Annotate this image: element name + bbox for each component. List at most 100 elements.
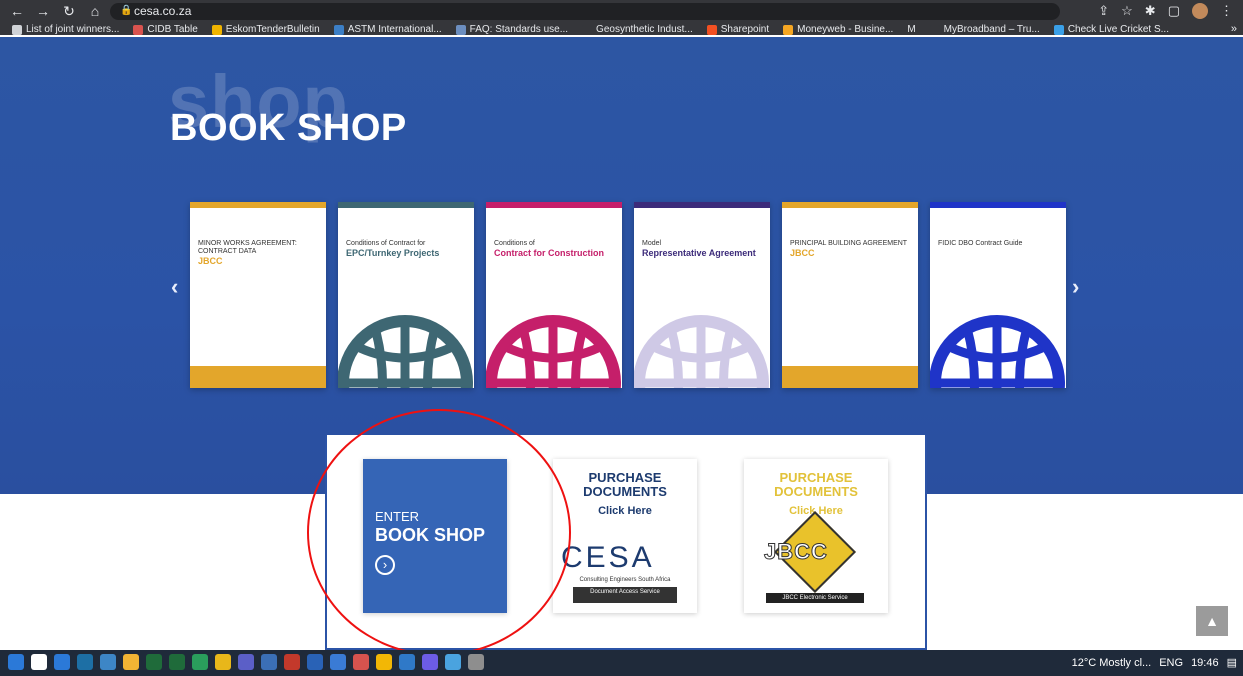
- book-subtitle: Contract for Construction: [494, 248, 604, 259]
- book-accent-bar: [486, 202, 622, 208]
- taskbar-app-icon[interactable]: [399, 654, 415, 670]
- book-title: PRINCIPAL BUILDING AGREEMENT: [790, 240, 908, 247]
- bookmark-label: Moneyweb - Busine...: [797, 24, 894, 35]
- cesa-purchase-title: PURCHASE DOCUMENTS: [583, 470, 667, 499]
- jbcc-service-label: JBCC Electronic Service: [766, 593, 864, 603]
- book-title-block: Conditions of Contract for EPC/Turnkey Pr…: [346, 240, 466, 258]
- bookmark-favicon-icon: [706, 24, 717, 35]
- book-cover[interactable]: Conditions of Contract for Construction: [486, 202, 622, 388]
- window-icon[interactable]: ▢: [1168, 3, 1180, 19]
- bookmark-item[interactable]: MyBroadband – Tru...: [929, 24, 1040, 35]
- bookmark-item-m[interactable]: M: [907, 24, 915, 35]
- lock-icon: 🔒: [120, 5, 133, 16]
- scroll-to-top-button[interactable]: ▲: [1196, 606, 1228, 636]
- book-title-block: Conditions of Contract for Construction: [494, 240, 614, 258]
- bookmark-item[interactable]: FAQ: Standards use...: [455, 24, 569, 35]
- jbcc-purchase-card[interactable]: PURCHASE DOCUMENTS Click Here JBCC JBCC …: [744, 459, 888, 613]
- taskbar-app-icon[interactable]: [215, 654, 231, 670]
- book-accent-bar: [338, 202, 474, 208]
- taskbar-app-icon[interactable]: [422, 654, 438, 670]
- bookmark-item[interactable]: List of joint winners...: [12, 24, 119, 35]
- taskbar-app-icon[interactable]: [284, 654, 300, 670]
- windows-taskbar: 12°C Mostly cl... ENG 19:46 ▤: [0, 650, 1243, 676]
- bookmark-item[interactable]: CIDB Table: [133, 24, 198, 35]
- bookmark-favicon-icon: [783, 24, 794, 35]
- system-tray: 12°C Mostly cl... ENG 19:46 ▤: [1072, 656, 1237, 670]
- taskbar-app-icon[interactable]: [468, 654, 484, 670]
- cesa-subtitle: Consulting Engineers South Africa: [579, 577, 671, 583]
- bookmark-label: FAQ: Standards use...: [469, 24, 569, 35]
- taskbar-app-icon[interactable]: [353, 654, 369, 670]
- carousel-prev-icon[interactable]: ‹: [171, 274, 178, 300]
- bookmark-item[interactable]: Sharepoint: [706, 24, 769, 35]
- book-cover[interactable]: Conditions of Contract for EPC/Turnkey Pr…: [338, 202, 474, 388]
- weather-widget[interactable]: 12°C Mostly cl...: [1072, 657, 1152, 669]
- page-title: BOOK SHOP: [170, 107, 407, 149]
- bookmark-label: EskomTenderBulletin: [225, 24, 320, 35]
- address-bar[interactable]: 🔒 cesa.co.za: [110, 3, 1060, 20]
- taskbar-app-icon[interactable]: [169, 654, 185, 670]
- cesa-click-here[interactable]: Click Here: [553, 505, 697, 517]
- taskbar-app-icon[interactable]: [100, 654, 116, 670]
- forward-icon[interactable]: →: [32, 4, 54, 18]
- windows-start-icon[interactable]: [8, 654, 24, 670]
- book-cover[interactable]: Model Representative Agreement: [634, 202, 770, 388]
- taskbar-app-icon[interactable]: [445, 654, 461, 670]
- bookmarks-more-icon[interactable]: »: [1231, 23, 1237, 35]
- taskbar-app-icon[interactable]: [238, 654, 254, 670]
- book-title: MINOR WORKS AGREEMENT: CONTRACT DATA: [198, 240, 297, 256]
- bookmark-item[interactable]: ASTM International...: [333, 24, 442, 35]
- extensions-icon[interactable]: ✱: [1145, 3, 1156, 19]
- book-accent-bar: [634, 202, 770, 208]
- book-title-block: MINOR WORKS AGREEMENT: CONTRACT DATA JBCC: [198, 240, 318, 266]
- cesa-purchase-card[interactable]: PURCHASE DOCUMENTS Click Here CESA Consu…: [553, 459, 697, 613]
- taskbar-app-icon[interactable]: [54, 654, 70, 670]
- bookmark-favicon-icon: [133, 24, 144, 35]
- bookmark-item[interactable]: Geosynthetic Indust...: [582, 24, 693, 35]
- taskbar-app-icon[interactable]: [192, 654, 208, 670]
- taskbar-app-icon[interactable]: [261, 654, 277, 670]
- bookmark-favicon-icon: [1053, 24, 1064, 35]
- taskbar-app-icon[interactable]: [31, 654, 47, 670]
- taskbar-app-icon[interactable]: [123, 654, 139, 670]
- taskbar-app-icon[interactable]: [146, 654, 162, 670]
- book-accent-bar: [190, 202, 326, 208]
- taskbar-app-icon[interactable]: [307, 654, 323, 670]
- menu-icon[interactable]: ⋮: [1220, 3, 1233, 19]
- home-icon[interactable]: ⌂: [84, 4, 106, 18]
- jbcc-logo: JBCC: [764, 539, 828, 565]
- star-icon[interactable]: ☆: [1121, 3, 1133, 19]
- cesa-service-label: Document Access Service: [573, 587, 677, 603]
- taskbar-app-icon[interactable]: [330, 654, 346, 670]
- book-title: Model: [642, 240, 662, 247]
- book-cover[interactable]: FIDIC DBO Contract Guide: [930, 202, 1066, 388]
- url-text: cesa.co.za: [134, 4, 192, 18]
- globe-icon: [930, 315, 1065, 388]
- taskbar-app-icon[interactable]: [376, 654, 392, 670]
- book-cover[interactable]: PRINCIPAL BUILDING AGREEMENT JBCC: [782, 202, 918, 388]
- profile-avatar[interactable]: [1192, 3, 1208, 19]
- bookmark-label: ASTM International...: [347, 24, 442, 35]
- carousel-next-icon[interactable]: ›: [1072, 274, 1079, 300]
- bookmark-label: List of joint winners...: [26, 24, 120, 35]
- reload-icon[interactable]: ↻: [58, 4, 80, 18]
- book-title: Conditions of: [494, 240, 535, 247]
- book-subtitle: JBCC: [198, 256, 223, 267]
- notification-icon[interactable]: ▤: [1227, 656, 1237, 669]
- globe-icon: [486, 315, 621, 388]
- clock[interactable]: 19:46: [1191, 657, 1219, 669]
- language-indicator[interactable]: ENG: [1159, 657, 1183, 669]
- book-subtitle: Representative Agreement: [642, 248, 756, 259]
- bookmark-item[interactable]: Moneyweb - Busine...: [783, 24, 893, 35]
- book-footer-band: [190, 366, 326, 388]
- taskbar-app-icon[interactable]: [77, 654, 93, 670]
- bookmark-favicon-icon: [455, 24, 466, 35]
- bookmark-favicon-icon: [582, 24, 593, 35]
- bookmark-item[interactable]: EskomTenderBulletin: [211, 24, 320, 35]
- book-cover[interactable]: MINOR WORKS AGREEMENT: CONTRACT DATA JBCC: [190, 202, 326, 388]
- share-icon[interactable]: ⇪: [1098, 3, 1109, 19]
- bookmark-item[interactable]: Check Live Cricket S...: [1053, 24, 1169, 35]
- red-highlight-circle: [307, 409, 571, 656]
- back-icon[interactable]: ←: [6, 4, 28, 18]
- bookmark-m-label: M: [907, 24, 916, 35]
